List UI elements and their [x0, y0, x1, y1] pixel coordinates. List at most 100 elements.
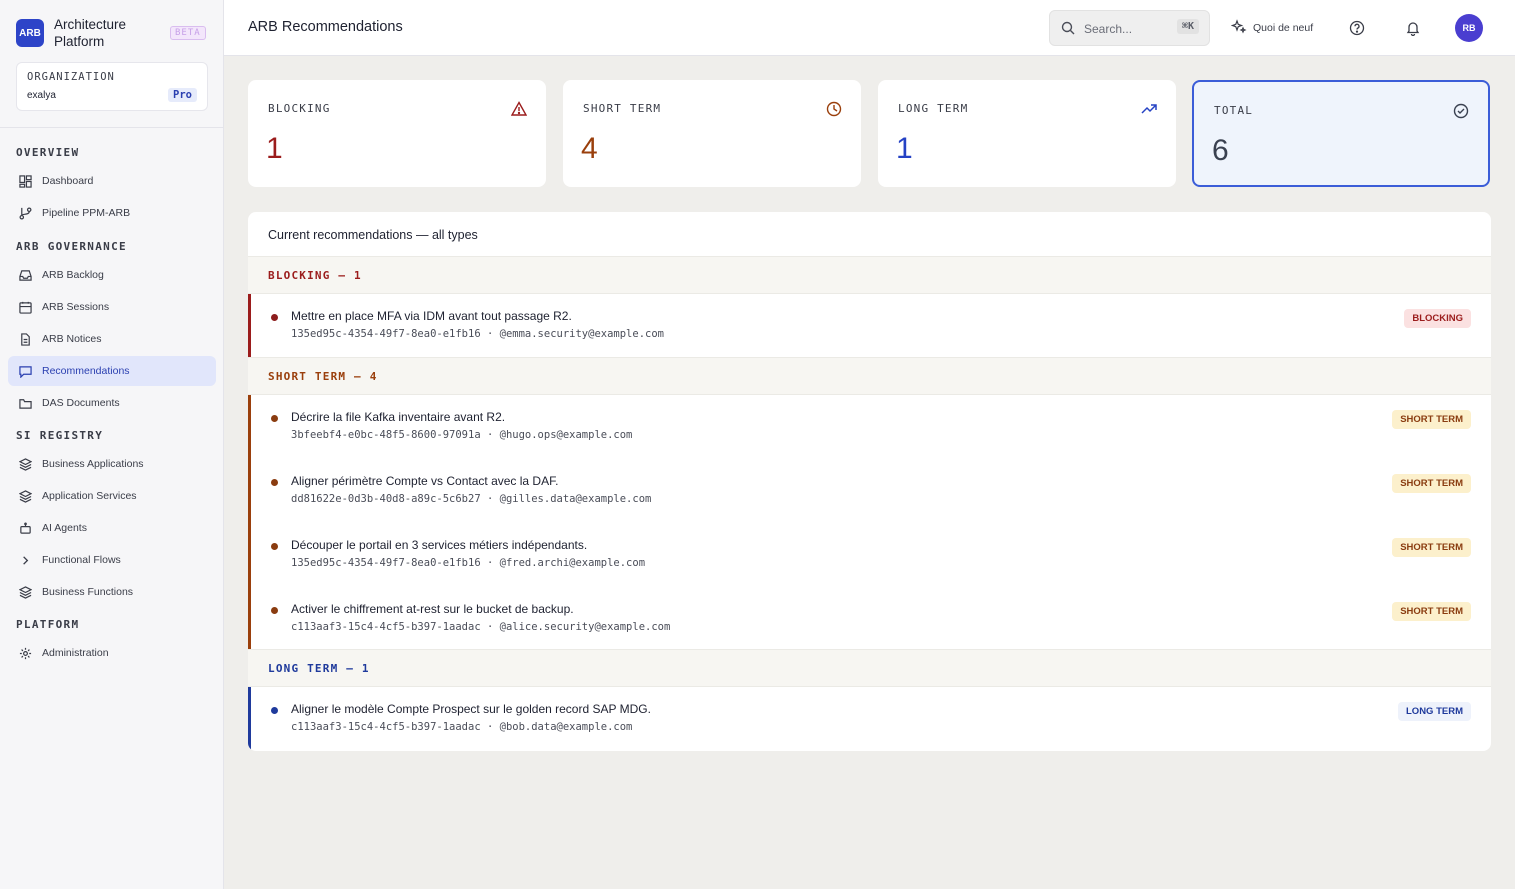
- whats-new-button[interactable]: Quoi de neuf: [1230, 18, 1313, 38]
- organization-switcher[interactable]: ORGANIZATION exalya Pro: [16, 62, 208, 111]
- recommendation-title: Activer le chiffrement at-rest sur le bu…: [291, 602, 574, 616]
- sidebar-item-recommendations[interactable]: Recommendations: [8, 356, 216, 386]
- group-header-short-term: SHORT TERM — 4: [248, 357, 1491, 395]
- brand-name: Architecture Platform: [54, 17, 127, 49]
- recommendation-item[interactable]: Mettre en place MFA via IDM avant tout p…: [248, 294, 1491, 357]
- brand-logo: ARB: [16, 19, 44, 47]
- recommendation-item[interactable]: Décrire la file Kafka inventaire avant R…: [248, 395, 1491, 459]
- severity-bar: [248, 395, 251, 459]
- status-badge: SHORT TERM: [1392, 474, 1471, 493]
- page-title: ARB Recommendations: [248, 19, 403, 35]
- section-si-registry: SI REGISTRY: [16, 429, 104, 442]
- document-icon: [18, 332, 32, 346]
- sparkles-icon: [1230, 18, 1247, 38]
- recommendation-id: 135ed95c-4354-49f7-8ea0-e1fb16: [291, 328, 481, 340]
- sidebar-item-label: AI Agents: [42, 522, 87, 534]
- recommendation-meta: 135ed95c-4354-49f7-8ea0-e1fb16 · @emma.s…: [291, 328, 664, 340]
- group-header-long-term: LONG TERM — 1: [248, 649, 1491, 687]
- sidebar-item-dashboard[interactable]: Dashboard: [8, 166, 216, 196]
- sidebar-item-functional-flows[interactable]: Functional Flows: [8, 545, 216, 575]
- stat-card-total[interactable]: TOTAL 6: [1192, 80, 1490, 187]
- recommendation-meta: 3bfeebf4-e0bc-48f5-8600-97091a · @hugo.o…: [291, 429, 633, 441]
- section-overview: OVERVIEW: [16, 146, 80, 159]
- recommendation-meta: 135ed95c-4354-49f7-8ea0-e1fb16 · @fred.a…: [291, 557, 646, 569]
- severity-dot: [271, 314, 278, 321]
- section-platform: PLATFORM: [16, 618, 80, 631]
- sidebar-item-label: ARB Backlog: [42, 269, 104, 281]
- sidebar-item-label: Administration: [42, 647, 109, 659]
- stat-value: 1: [266, 132, 283, 165]
- sidebar-item-business-applications[interactable]: Business Applications: [8, 449, 216, 479]
- stat-label: BLOCKING: [268, 102, 331, 115]
- help-icon[interactable]: [1347, 18, 1367, 38]
- layers-icon: [18, 457, 32, 471]
- recommendation-owner: @alice.security@example.com: [499, 621, 671, 633]
- sidebar-item-label: DAS Documents: [42, 397, 120, 409]
- message-icon: [18, 364, 32, 378]
- bell-icon[interactable]: [1403, 18, 1423, 38]
- recommendation-id: c113aaf3-15c4-4cf5-b397-1aadac: [291, 621, 481, 633]
- sidebar-item-label: Dashboard: [42, 175, 94, 187]
- stat-card-long-term[interactable]: LONG TERM 1: [878, 80, 1176, 187]
- search-input[interactable]: Search... ⌘K: [1049, 10, 1210, 46]
- severity-dot: [271, 543, 278, 550]
- severity-dot: [271, 415, 278, 422]
- status-badge: SHORT TERM: [1392, 602, 1471, 621]
- sidebar-item-label: ARB Notices: [42, 333, 102, 345]
- stat-label: TOTAL: [1214, 104, 1254, 117]
- stat-value: 6: [1212, 134, 1229, 167]
- warning-icon: [510, 101, 528, 122]
- top-bar: ARB Recommendations Search... ⌘K Quoi de…: [224, 0, 1515, 56]
- recommendation-id: c113aaf3-15c4-4cf5-b397-1aadac: [291, 721, 481, 733]
- recommendation-meta: c113aaf3-15c4-4cf5-b397-1aadac · @alice.…: [291, 621, 671, 633]
- brand[interactable]: ARB Architecture Platform BETA: [16, 17, 216, 50]
- sidebar-item-label: Business Functions: [42, 586, 134, 598]
- sidebar-item-ai-agents[interactable]: AI Agents: [8, 513, 216, 543]
- sidebar-item-business-functions[interactable]: Business Functions: [8, 577, 216, 607]
- stat-card-blocking[interactable]: BLOCKING 1: [248, 80, 546, 187]
- recommendation-title: Aligner le modèle Compte Prospect sur le…: [291, 702, 651, 716]
- group-header-label: SHORT TERM — 4: [268, 370, 378, 383]
- recommendation-item[interactable]: Aligner périmètre Compte vs Contact avec…: [248, 459, 1491, 523]
- trending-up-icon: [1141, 101, 1157, 122]
- stat-value: 1: [896, 132, 913, 165]
- stat-label: LONG TERM: [898, 102, 969, 115]
- recommendation-title: Aligner périmètre Compte vs Contact avec…: [291, 474, 559, 488]
- status-badge: SHORT TERM: [1392, 538, 1471, 557]
- recommendation-owner: @gilles.data@example.com: [499, 493, 652, 505]
- sidebar-item-arb-notices[interactable]: ARB Notices: [8, 324, 216, 354]
- avatar[interactable]: RB: [1455, 14, 1483, 42]
- group-header-label: LONG TERM — 1: [268, 662, 370, 675]
- recommendation-id: 3bfeebf4-e0bc-48f5-8600-97091a: [291, 429, 481, 441]
- beta-badge: BETA: [170, 26, 206, 40]
- group-header-blocking: BLOCKING — 1: [248, 256, 1491, 294]
- recommendation-item[interactable]: Découper le portail en 3 services métier…: [248, 523, 1491, 587]
- recommendation-owner: @emma.security@example.com: [499, 328, 664, 340]
- recommendation-owner: @hugo.ops@example.com: [499, 429, 633, 441]
- severity-bar: [248, 587, 251, 650]
- severity-bar: [248, 687, 251, 751]
- robot-icon: [18, 521, 32, 535]
- recommendation-item[interactable]: Activer le chiffrement at-rest sur le bu…: [248, 587, 1491, 650]
- sidebar-item-label: Functional Flows: [42, 554, 121, 566]
- severity-bar: [248, 459, 251, 523]
- organization-name: exalya: [27, 90, 56, 101]
- section-arb-governance: ARB GOVERNANCE: [16, 240, 127, 253]
- recommendation-item[interactable]: Aligner le modèle Compte Prospect sur le…: [248, 687, 1491, 751]
- sidebar-item-das-documents[interactable]: DAS Documents: [8, 388, 216, 418]
- recommendation-owner: @fred.archi@example.com: [499, 557, 646, 569]
- sidebar-item-administration[interactable]: Administration: [8, 638, 216, 668]
- recommendation-owner: @bob.data@example.com: [499, 721, 633, 733]
- sidebar: ARB Architecture Platform BETA ORGANIZAT…: [0, 0, 224, 889]
- sidebar-item-arb-backlog[interactable]: ARB Backlog: [8, 260, 216, 290]
- git-branch-icon: [18, 206, 32, 220]
- stat-card-short-term[interactable]: SHORT TERM 4: [563, 80, 861, 187]
- status-badge: LONG TERM: [1398, 702, 1471, 721]
- calendar-icon: [18, 300, 32, 314]
- layers-icon: [18, 489, 32, 503]
- sidebar-divider: [0, 127, 224, 128]
- sidebar-item-application-services[interactable]: Application Services: [8, 481, 216, 511]
- recommendation-title: Décrire la file Kafka inventaire avant R…: [291, 410, 506, 424]
- sidebar-item-arb-sessions[interactable]: ARB Sessions: [8, 292, 216, 322]
- sidebar-item-pipeline[interactable]: Pipeline PPM-ARB: [8, 198, 216, 228]
